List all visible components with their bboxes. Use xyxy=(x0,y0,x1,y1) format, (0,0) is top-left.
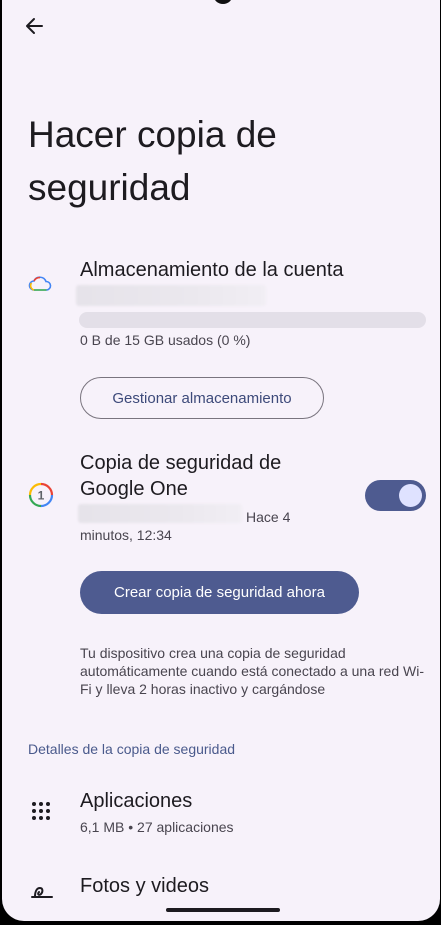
account-email-redacted xyxy=(76,285,266,306)
svg-text:1: 1 xyxy=(38,489,45,503)
backup-info-text: Tu dispositivo crea una copia de segurid… xyxy=(80,645,424,697)
apps-item-title: Aplicaciones xyxy=(80,790,193,812)
storage-progress-bar xyxy=(79,312,426,328)
screen: Hacer copia de seguridad Almacenamiento … xyxy=(2,0,440,921)
home-indicator[interactable] xyxy=(166,908,280,912)
back-arrow-icon xyxy=(26,18,43,34)
manage-storage-button[interactable]: Gestionar almacenamiento xyxy=(80,377,324,419)
storage-label: Almacenamiento de la cuenta xyxy=(80,259,344,281)
back-button[interactable] xyxy=(16,8,52,44)
google-one-backup-label: Copia de seguridad de Google One xyxy=(80,452,282,500)
photos-item-title: Fotos y videos xyxy=(80,875,209,897)
google-one-icon: 1 xyxy=(28,482,54,508)
apps-item-subtitle: 6,1 MB • 27 aplicaciones xyxy=(80,819,234,835)
page-title: Hacer copia de seguridad xyxy=(28,114,277,208)
apps-grid-icon xyxy=(30,800,52,822)
cloud-icon xyxy=(28,272,52,296)
storage-usage-text: 0 B de 15 GB usados (0 %) xyxy=(80,332,251,348)
camera-cutout xyxy=(213,0,233,4)
last-backup-time: Hace 4 minutos, 12:34 xyxy=(80,509,291,543)
backup-details-header: Detalles de la copia de seguridad xyxy=(28,741,236,757)
photos-icon xyxy=(30,882,54,900)
backup-now-button[interactable]: Crear copia de seguridad ahora xyxy=(80,571,359,614)
backup-toggle[interactable] xyxy=(365,480,426,511)
backup-toggle-knob xyxy=(399,484,422,507)
